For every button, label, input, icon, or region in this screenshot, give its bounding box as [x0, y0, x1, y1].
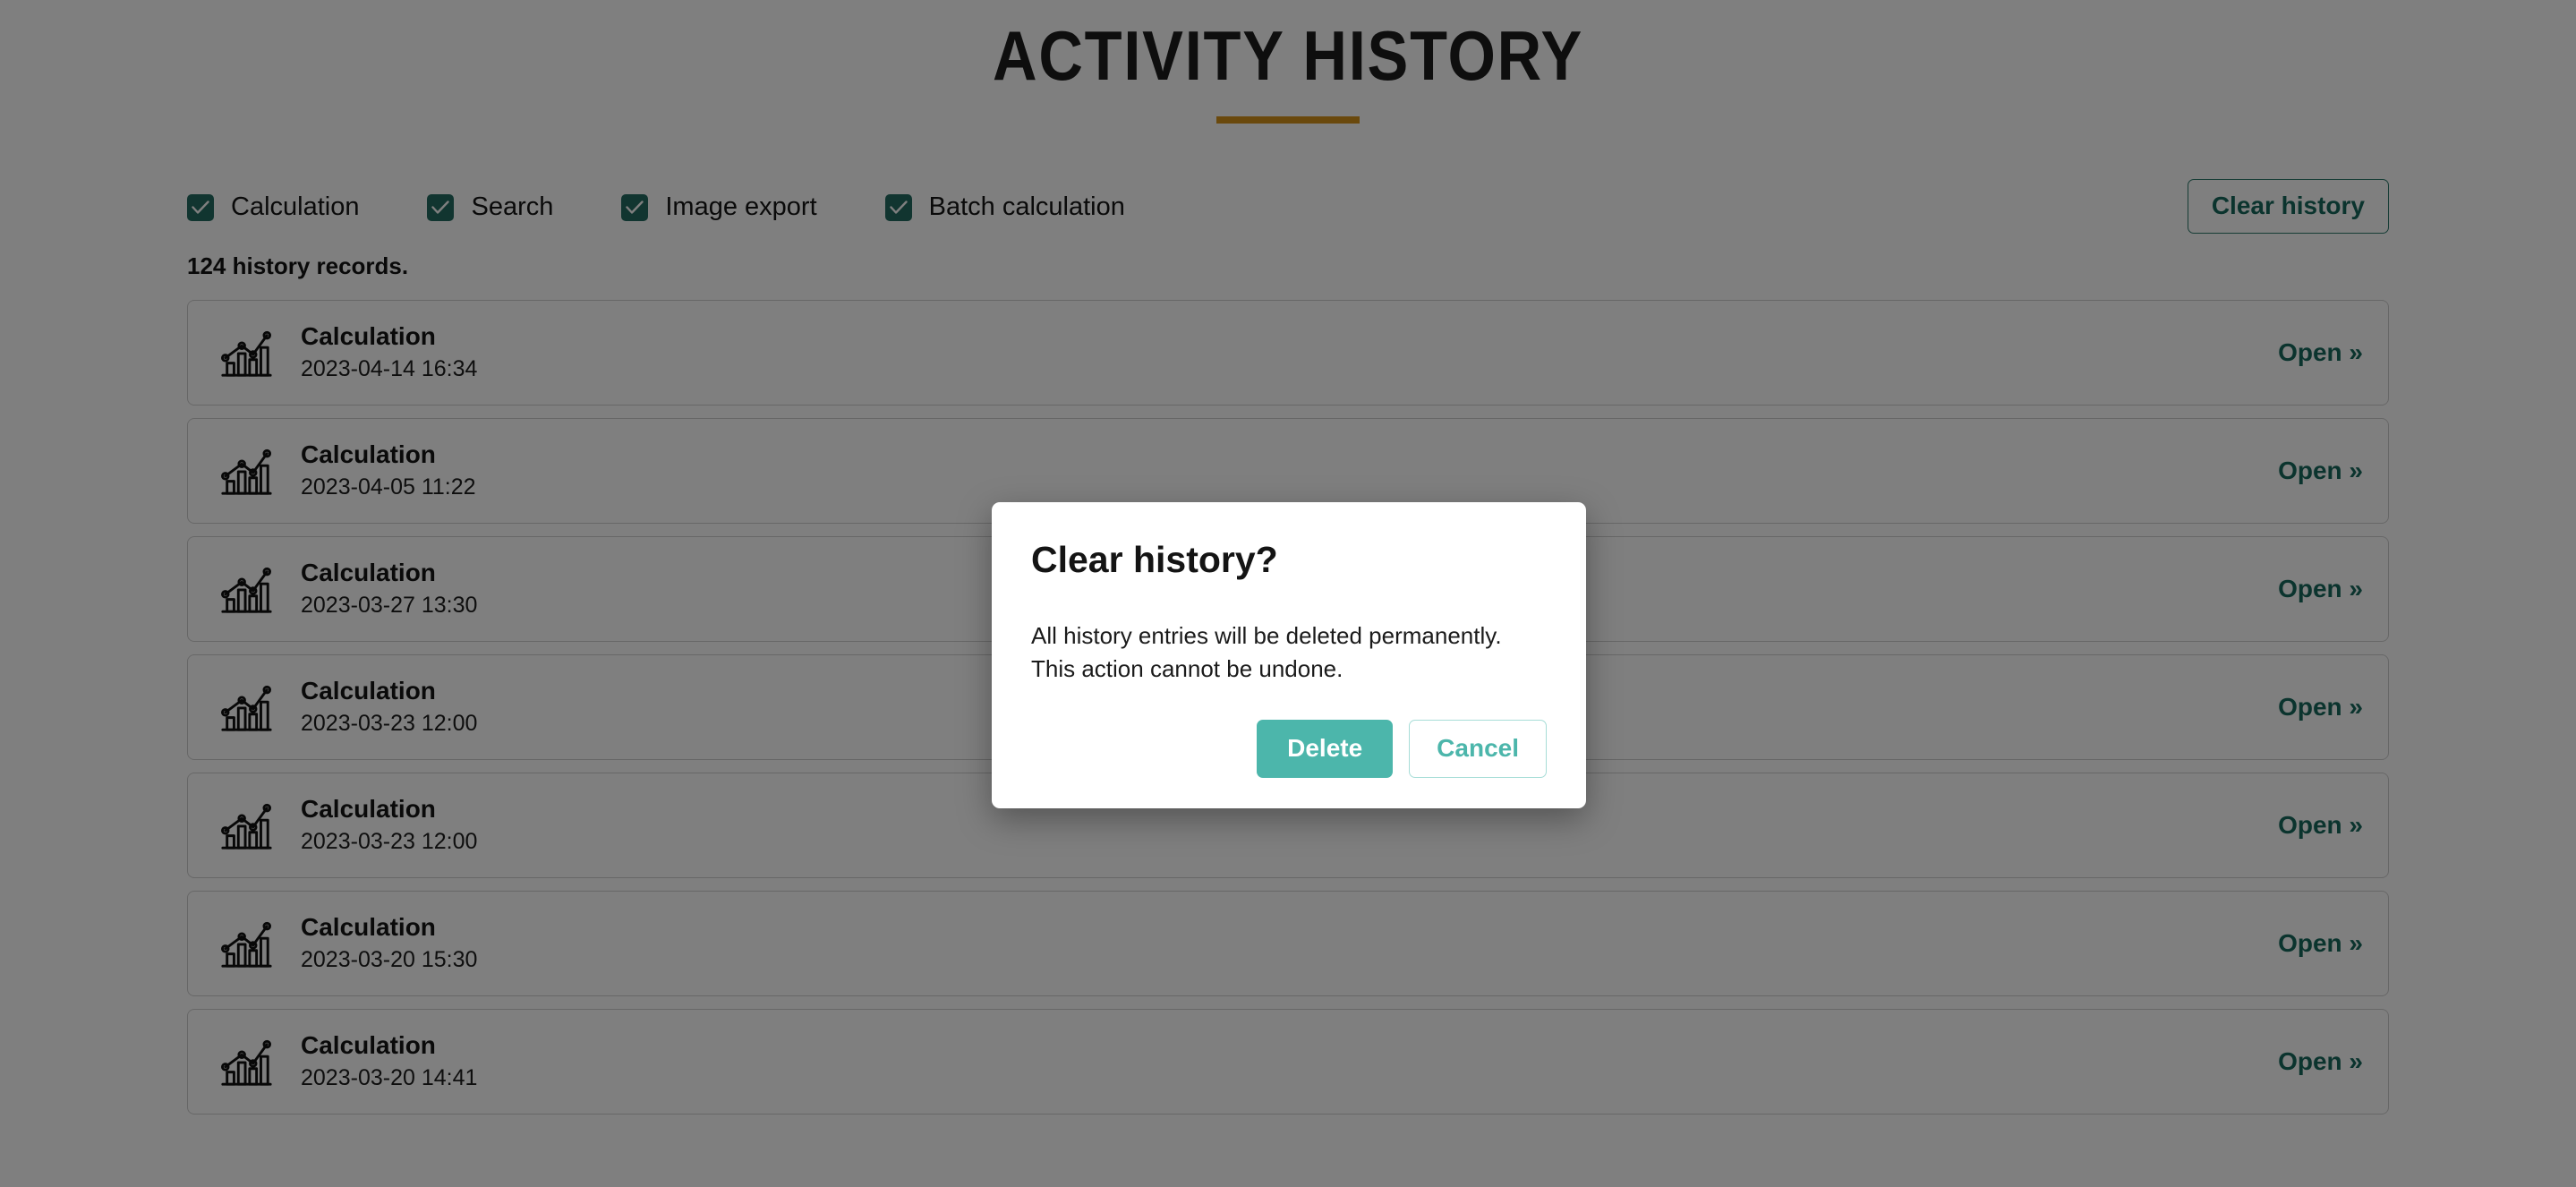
- dialog-body: All history entries will be deleted perm…: [1031, 619, 1547, 686]
- clear-history-dialog: Clear history? All history entries will …: [992, 502, 1586, 808]
- dialog-body-line1: All history entries will be deleted perm…: [1031, 622, 1502, 650]
- cancel-button[interactable]: Cancel: [1409, 720, 1547, 778]
- delete-button[interactable]: Delete: [1257, 720, 1394, 778]
- dialog-title: Clear history?: [1031, 539, 1278, 580]
- dialog-body-line2: This action cannot be undone.: [1031, 655, 1343, 683]
- dialog-actions: Delete Cancel: [1031, 720, 1547, 778]
